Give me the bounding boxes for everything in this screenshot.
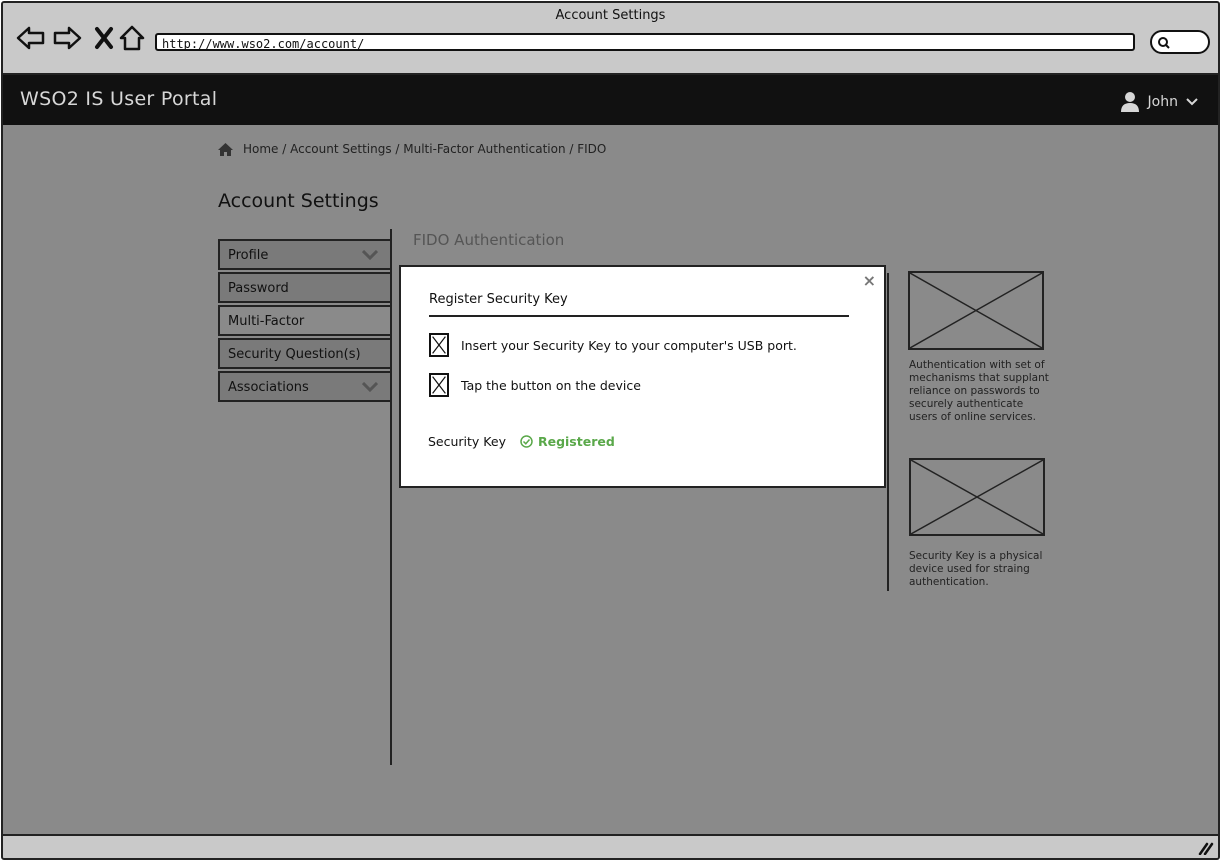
content-divider <box>390 229 392 765</box>
instruction-step: Insert your Security Key to your compute… <box>429 333 797 357</box>
breadcrumb-path[interactable]: Home / Account Settings / Multi-Factor A… <box>243 142 606 156</box>
image-placeholder <box>908 271 1044 350</box>
sidebar-item-security-questions[interactable]: Security Question(s) <box>218 338 392 369</box>
user-menu[interactable]: John <box>1120 91 1198 113</box>
resize-handle-icon[interactable] <box>1198 841 1214 855</box>
home-icon[interactable] <box>118 23 148 53</box>
step-image-placeholder-icon <box>429 333 449 357</box>
chevron-down-icon <box>362 382 378 392</box>
section-title: FIDO Authentication <box>413 231 565 249</box>
browser-window: Account Settings http://www.wso2.com/acc… <box>1 1 1220 860</box>
step-image-placeholder-icon <box>429 373 449 397</box>
status-label: Security Key <box>428 434 506 449</box>
brand-title: WSO2 IS User Portal <box>20 88 218 110</box>
dialog-title: Register Security Key <box>429 292 568 307</box>
settings-sidebar: Profile Password Multi-Factor Authentica… <box>218 239 392 404</box>
check-circle-icon <box>520 435 533 448</box>
app-header: WSO2 IS User Portal John <box>3 75 1218 125</box>
step-text: Insert your Security Key to your compute… <box>461 337 797 353</box>
address-bar[interactable]: http://www.wso2.com/account/ <box>155 33 1135 51</box>
sidebar-item-associations[interactable]: Associations <box>218 371 392 402</box>
chevron-down-icon <box>1186 98 1198 106</box>
status-badge: Registered <box>520 434 615 449</box>
aside-divider <box>887 273 889 591</box>
stop-icon[interactable] <box>91 23 121 53</box>
user-icon <box>1120 92 1139 112</box>
sidebar-item-profile[interactable]: Profile <box>218 239 392 270</box>
step-text: Tap the button on the device <box>461 377 641 393</box>
browser-toolbar: Account Settings http://www.wso2.com/acc… <box>3 3 1218 75</box>
status-bar <box>3 834 1218 858</box>
chevron-down-icon <box>362 250 378 260</box>
sidebar-item-label: Associations <box>228 380 309 395</box>
sidebar-item-label: Password <box>228 281 289 296</box>
sidebar-item-label: Profile <box>228 248 269 263</box>
instruction-step: Tap the button on the device <box>429 373 641 397</box>
user-name: John <box>1147 94 1178 110</box>
divider <box>429 315 849 317</box>
sidebar-item-password[interactable]: Password <box>218 272 392 303</box>
window-title: Account Settings <box>555 8 666 23</box>
sidebar-item-mfa[interactable]: Multi-Factor Authentication <box>218 305 392 359</box>
search-icon <box>1158 37 1170 49</box>
aside-description: Authentication with set of mechanisms th… <box>909 359 1049 423</box>
register-security-key-dialog: × Register Security Key Insert your Secu… <box>399 265 886 488</box>
sidebar-item-label: Security Question(s) <box>228 347 361 362</box>
security-key-status: Security Key Registered <box>428 434 615 449</box>
status-value: Registered <box>537 434 615 449</box>
aside-description: Security Key is a physical device used f… <box>909 550 1043 588</box>
breadcrumb: Home / Account Settings / Multi-Factor A… <box>218 142 606 156</box>
forward-arrow-icon[interactable] <box>52 23 82 53</box>
image-placeholder <box>909 458 1045 536</box>
back-arrow-icon[interactable] <box>16 23 46 53</box>
page-title: Account Settings <box>218 190 379 212</box>
close-button[interactable]: × <box>863 271 876 290</box>
home-icon[interactable] <box>218 142 233 156</box>
browser-search-field[interactable] <box>1150 30 1210 54</box>
